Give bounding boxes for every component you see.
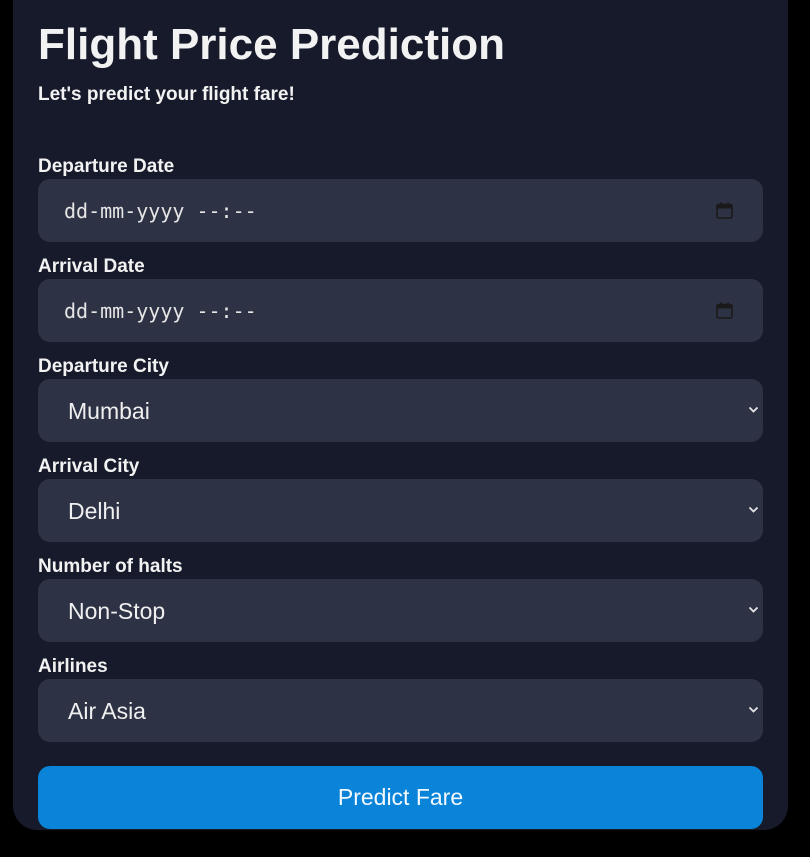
departure-city-value: Mumbai bbox=[68, 398, 150, 424]
calendar-icon[interactable] bbox=[716, 202, 733, 219]
departure-date-placeholder: dd-mm-yyyy --:-- bbox=[64, 199, 257, 223]
halts-select[interactable]: Non-Stop bbox=[38, 579, 763, 642]
arrival-city-label: Arrival City bbox=[38, 456, 140, 477]
predict-fare-button[interactable]: Predict Fare bbox=[38, 766, 763, 829]
chevron-down-icon bbox=[748, 406, 759, 413]
halts-value: Non-Stop bbox=[68, 598, 166, 624]
departure-city-label: Departure City bbox=[38, 356, 169, 377]
halts-label: Number of halts bbox=[38, 556, 183, 577]
airlines-select[interactable]: Air Asia bbox=[38, 679, 763, 742]
departure-date-input[interactable]: dd-mm-yyyy --:-- bbox=[38, 179, 763, 242]
chevron-down-icon bbox=[748, 506, 759, 513]
arrival-city-value: Delhi bbox=[68, 498, 121, 524]
chevron-down-icon bbox=[748, 706, 759, 713]
calendar-icon[interactable] bbox=[716, 302, 733, 319]
arrival-date-label: Arrival Date bbox=[38, 256, 145, 277]
airlines-label: Airlines bbox=[38, 656, 108, 677]
page-title: Flight Price Prediction bbox=[38, 20, 505, 69]
arrival-date-placeholder: dd-mm-yyyy --:-- bbox=[64, 299, 257, 323]
chevron-down-icon bbox=[748, 606, 759, 613]
departure-city-select[interactable]: Mumbai bbox=[38, 379, 763, 442]
departure-date-label: Departure Date bbox=[38, 156, 175, 177]
arrival-date-input[interactable]: dd-mm-yyyy --:-- bbox=[38, 279, 763, 342]
page-subtitle: Let's predict your flight fare! bbox=[38, 84, 295, 105]
airlines-value: Air Asia bbox=[68, 698, 146, 724]
arrival-city-select[interactable]: Delhi bbox=[38, 479, 763, 542]
